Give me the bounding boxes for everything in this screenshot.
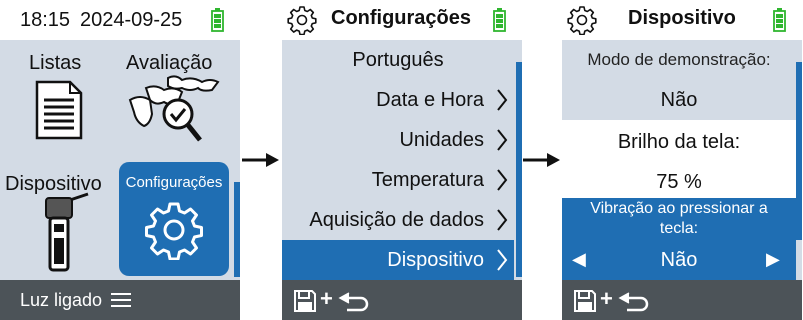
menu-item-label: Unidades <box>399 129 484 151</box>
menu-item-date-time[interactable]: Data e Hora <box>282 80 514 120</box>
home-screen: 18:15 2024-09-25 Listas Avaliação Dispos… <box>0 0 240 320</box>
tile-settings[interactable]: Configurações <box>119 162 229 276</box>
chevron-right-icon <box>497 89 508 111</box>
menu-item-label: Dispositivo <box>387 249 484 271</box>
setting-label: Brilho da tela: <box>617 131 741 153</box>
menu-icon[interactable] <box>111 292 131 308</box>
setting-value: 75 % <box>656 171 702 193</box>
setting-label: Modo de demonstração: <box>587 50 771 69</box>
battery-icon <box>493 8 506 32</box>
plus-icon: + <box>600 286 613 311</box>
footer-bar: Luz ligado <box>0 280 240 320</box>
gear-icon <box>287 6 317 35</box>
scrollbar[interactable] <box>516 62 522 277</box>
setting-brightness[interactable]: Brilho da tela: 75 % <box>562 120 796 198</box>
arrow-right-icon <box>523 153 560 167</box>
gear-icon <box>567 6 597 35</box>
chevron-right-icon <box>497 169 508 191</box>
menu-item-label: Data e Hora <box>376 89 484 111</box>
setting-value: Não <box>660 89 698 111</box>
document-list-icon <box>35 80 83 140</box>
gear-icon <box>145 202 203 260</box>
setting-label: tecla: <box>659 220 699 237</box>
arrow-right-icon[interactable]: ▶ <box>766 249 780 270</box>
back-icon[interactable] <box>617 290 653 312</box>
menu-item-label: Aquisição de dados <box>309 209 484 231</box>
header-bar: Dispositivo <box>562 0 802 40</box>
menu-item-data-acquisition[interactable]: Aquisição de dados <box>282 200 514 240</box>
battery-icon <box>773 8 786 32</box>
save-icon[interactable] <box>293 289 317 313</box>
chevron-right-icon <box>497 209 508 231</box>
clock-date: 2024-09-25 <box>80 9 183 31</box>
scrollbar[interactable] <box>234 182 240 277</box>
plus-icon: + <box>320 286 333 311</box>
footer-bar: + <box>562 280 802 320</box>
chevron-right-icon <box>497 129 508 151</box>
page-title: Configurações <box>331 7 472 29</box>
chevron-right-icon <box>497 249 508 271</box>
tile-settings-label: Configurações <box>125 174 223 191</box>
tile-lists-label: Listas <box>29 52 82 74</box>
header-bar: Configurações <box>282 0 522 40</box>
footer-bar: + <box>282 280 522 320</box>
back-icon[interactable] <box>337 290 373 312</box>
battery-icon <box>211 8 224 32</box>
light-status-label: Luz ligado <box>20 290 103 310</box>
handheld-device-icon <box>45 192 89 272</box>
menu-item-temperature[interactable]: Temperatura <box>282 160 514 200</box>
cows-check-icon <box>128 75 220 142</box>
arrow-right-icon <box>242 153 279 167</box>
tile-evaluation-label: Avaliação <box>126 52 213 74</box>
menu-item-language[interactable]: Português <box>282 40 514 80</box>
setting-label: Vibração ao pressionar a <box>590 200 768 217</box>
page-title: Dispositivo <box>628 7 736 29</box>
setting-key-vibration[interactable]: Vibração ao pressionar a tecla: ◀ Não ▶ <box>562 198 796 280</box>
status-bar: 18:15 2024-09-25 <box>0 0 240 40</box>
device-screen: Dispositivo Modo de demonstração: Não Br… <box>562 0 802 320</box>
menu-item-label: Português <box>352 49 444 71</box>
menu-item-label: Temperatura <box>371 169 484 191</box>
save-icon[interactable] <box>573 289 597 313</box>
setting-value: Não <box>660 249 698 271</box>
scrollbar[interactable] <box>796 62 802 240</box>
settings-screen: Configurações Português Data e Hora Unid… <box>282 0 522 320</box>
menu-item-device[interactable]: Dispositivo <box>282 240 514 280</box>
clock-time: 18:15 <box>20 9 71 31</box>
menu-item-units[interactable]: Unidades <box>282 120 514 160</box>
